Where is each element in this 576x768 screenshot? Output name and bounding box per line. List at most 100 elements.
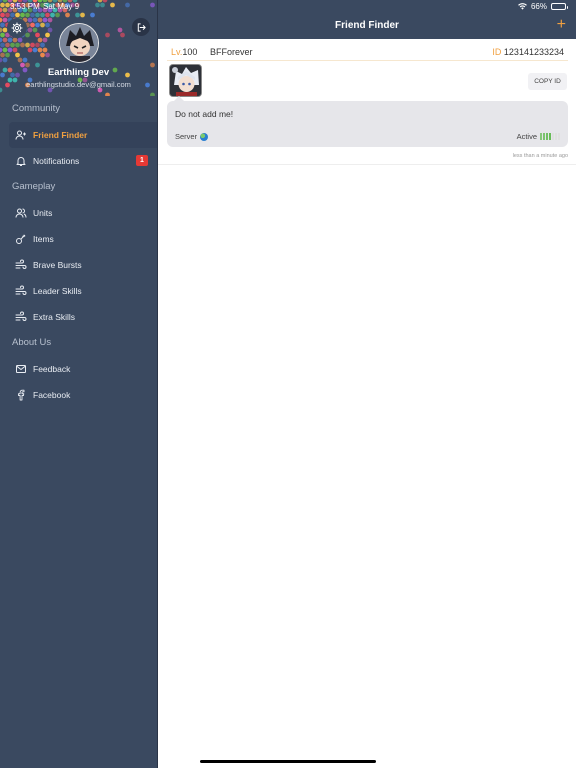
hex-pixel xyxy=(17,37,23,43)
settings-button[interactable] xyxy=(7,18,27,38)
sidebar-item-notifications[interactable]: Notifications 1 xyxy=(0,148,157,174)
section-gameplay: Gameplay Units Items Brave Bursts Leader… xyxy=(0,174,157,330)
section-title: Community xyxy=(12,103,61,114)
hex-pixel xyxy=(27,47,33,53)
wind-icon xyxy=(15,285,27,297)
hex-pixel xyxy=(42,17,48,23)
globe-icon xyxy=(200,132,209,141)
hex-pixel xyxy=(117,27,123,33)
activity-bar xyxy=(540,133,542,140)
home-indicator[interactable] xyxy=(200,760,376,763)
hex-pixel xyxy=(40,22,45,28)
section-title: Gameplay xyxy=(12,181,56,192)
player-id: ID 123141233234 xyxy=(492,47,564,57)
friend-message: Do not add me! xyxy=(175,109,234,119)
sidebar-item-extra-skills[interactable]: Extra Skills xyxy=(0,304,157,330)
hex-pixel xyxy=(0,17,3,23)
sidebar-item-label: Feedback xyxy=(33,364,71,374)
friend-card-header: Lv.100 BFForever ID 123141233234 xyxy=(167,45,568,61)
sidebar-item-leader-skills[interactable]: Leader Skills xyxy=(0,278,157,304)
hex-pixel xyxy=(120,32,125,38)
wind-icon xyxy=(15,311,27,323)
friend-card[interactable]: Lv.100 BFForever ID 123141233234 COPY ID… xyxy=(158,39,576,165)
bell-icon xyxy=(15,155,27,167)
id-label: ID xyxy=(492,47,502,57)
add-friend-button[interactable]: + xyxy=(557,17,566,33)
wifi-icon xyxy=(518,3,527,10)
hex-pixel xyxy=(37,17,43,23)
hex-pixel xyxy=(37,47,43,53)
status-date: Sat May 9 xyxy=(43,2,80,11)
hex-pixel xyxy=(37,37,43,43)
hex-pixel xyxy=(27,17,33,23)
hex-pixel xyxy=(5,42,10,48)
hex-pixel xyxy=(2,57,8,63)
activity-meter xyxy=(540,133,560,140)
user-name: Earthling Dev xyxy=(47,67,110,78)
sidebar-item-facebook[interactable]: Facebook xyxy=(0,382,157,408)
player-level: Lv.100 xyxy=(171,47,197,57)
status-bar: 3:53 PM Sat May 9 66% xyxy=(0,0,576,14)
sidebar-item-friend-finder[interactable]: Friend Finder xyxy=(9,122,157,148)
level-label: Lv. xyxy=(171,47,183,57)
battery-icon xyxy=(551,3,568,10)
unit-portrait-image xyxy=(170,65,201,96)
status-time: 3:53 PM xyxy=(10,2,40,11)
hex-pixel xyxy=(17,57,23,63)
level-value: 100 xyxy=(182,47,198,57)
sidebar-item-feedback[interactable]: Feedback xyxy=(0,356,157,382)
sidebar-item-label: Items xyxy=(33,234,54,244)
sidebar-header: Earthling Dev earthlingstudio.dev@gmail.… xyxy=(0,0,157,96)
avatar-character-image xyxy=(60,24,98,62)
activity-bar xyxy=(558,133,560,140)
hex-pixel xyxy=(30,42,35,48)
main-content: Friend Finder + Lv.100 BFForever ID 1231… xyxy=(157,0,576,768)
hex-pixel xyxy=(35,32,40,38)
hex-pixel xyxy=(0,52,5,58)
hex-pixel xyxy=(10,42,15,48)
sidebar-item-label: Brave Bursts xyxy=(33,260,82,270)
section-about-us: About Us Feedback Facebook xyxy=(0,330,157,408)
hex-pixel xyxy=(35,22,40,28)
sidebar-item-label: Notifications xyxy=(33,156,80,166)
server-label: Server xyxy=(175,132,198,141)
hex-pixel xyxy=(45,32,50,38)
hex-pixel xyxy=(25,32,30,38)
hex-pixel xyxy=(32,47,38,53)
section-title: About Us xyxy=(12,337,52,348)
hex-pixel xyxy=(12,47,18,53)
sidebar-item-brave-bursts[interactable]: Brave Bursts xyxy=(0,252,157,278)
logout-button[interactable] xyxy=(132,18,150,36)
section-community: Community Friend Finder Notifications 1 xyxy=(0,96,157,174)
hex-pixel xyxy=(35,42,40,48)
message-bubble: Do not add me! Server Active xyxy=(167,96,568,147)
hex-pixel xyxy=(0,37,3,43)
hex-pixel xyxy=(47,27,53,33)
page-title: Friend Finder xyxy=(335,20,399,31)
wind-icon xyxy=(15,259,27,271)
unit-thumbnail[interactable] xyxy=(169,64,202,97)
server-info: Server xyxy=(175,132,209,141)
user-email: earthlingstudio.dev@gmail.com xyxy=(26,80,131,89)
sidebar: Earthling Dev earthlingstudio.dev@gmail.… xyxy=(0,0,157,768)
hex-pixel xyxy=(20,42,25,48)
sidebar-item-units[interactable]: Units xyxy=(0,200,157,226)
battery-percent: 66% xyxy=(530,2,547,11)
hex-pixel xyxy=(45,52,50,58)
hex-pixel xyxy=(25,42,30,48)
sidebar-item-label: Leader Skills xyxy=(33,286,82,296)
avatar[interactable] xyxy=(59,23,99,63)
hex-pixel xyxy=(150,92,155,96)
sidebar-item-items[interactable]: Items xyxy=(0,226,157,252)
copy-id-button[interactable]: COPY ID xyxy=(528,73,567,90)
hex-pixel xyxy=(42,37,48,43)
hex-pixel xyxy=(0,42,5,48)
hex-pixel xyxy=(47,17,53,23)
mail-icon xyxy=(15,363,27,375)
sidebar-item-label: Units xyxy=(33,208,53,218)
hex-pixel xyxy=(40,52,45,58)
hex-pixel xyxy=(0,22,5,28)
sidebar-item-label: Facebook xyxy=(33,390,71,400)
hex-pixel xyxy=(22,57,28,63)
gear-icon xyxy=(11,22,23,34)
